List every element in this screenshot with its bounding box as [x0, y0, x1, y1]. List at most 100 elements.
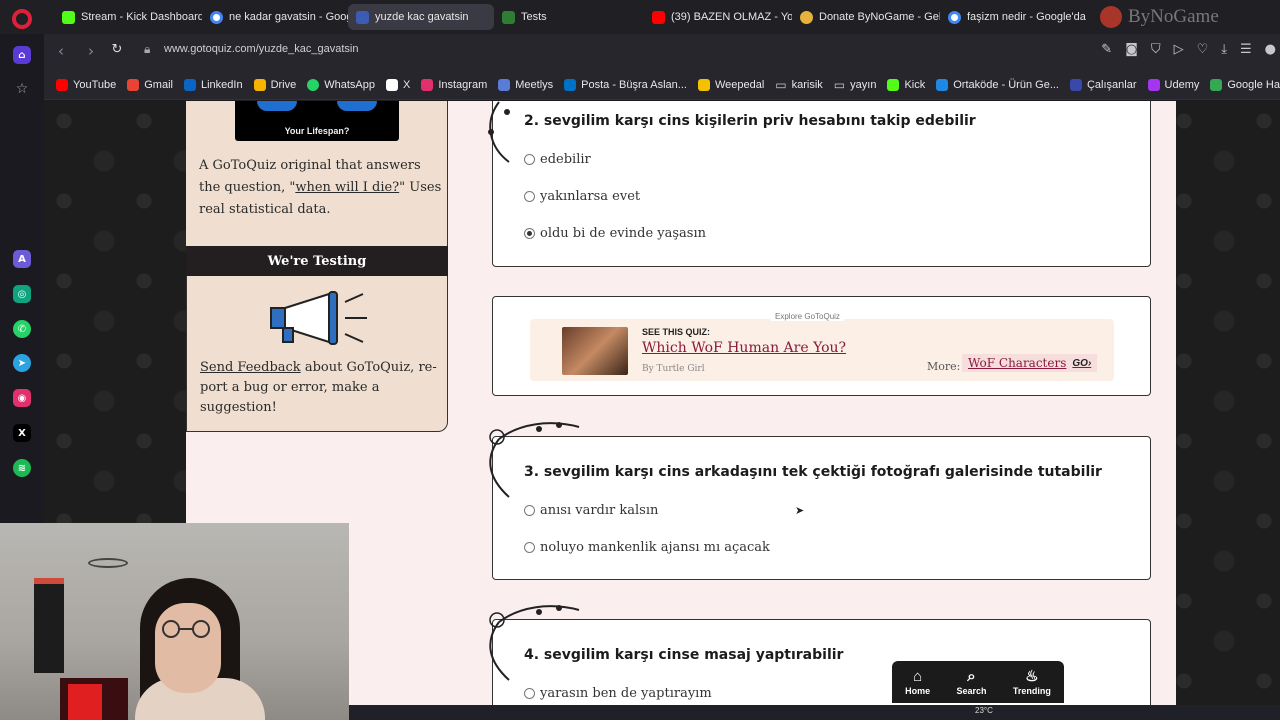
option-label: oldu bi de evinde yaşasın — [540, 226, 707, 241]
tab-google-search-1[interactable]: ne kadar gavatsin - Googl — [202, 4, 348, 30]
bookmark-meetlys[interactable]: Meetlys — [498, 78, 554, 91]
bookmark-label: Ortaköde - Ürün Ge... — [953, 78, 1059, 91]
reload-icon[interactable]: ↻ — [102, 42, 132, 57]
bookmark-folder-yayin[interactable]: ▭ yayın — [834, 78, 877, 92]
bookmark-label: Kick — [904, 78, 926, 91]
bookmark-drive[interactable]: Drive — [253, 78, 296, 91]
tab-bynogame[interactable]: Donate ByNoGame - Gele — [792, 4, 940, 30]
bookmark-youtube[interactable]: YouTube — [56, 78, 117, 91]
telegram-icon[interactable]: ➤ — [13, 354, 31, 372]
bookmark-whatsapp[interactable]: WhatsApp — [307, 78, 375, 91]
whatsapp-icon[interactable]: ✆ — [13, 320, 31, 338]
browser-tab-bar: Stream - Kick Dashboard ne kadar gavatsi… — [0, 0, 1280, 34]
radio-button[interactable] — [524, 191, 535, 202]
bookmark-posta[interactable]: Posta - Büşra Aslan... — [564, 78, 687, 91]
browser-toolbar: ‹ › ↻ 🔒︎ www.gotoquiz.com/yuzde_kac_gava… — [44, 34, 1280, 70]
answer-option[interactable]: yarasın ben de yaptırayım — [524, 686, 712, 701]
shield-icon[interactable]: ⛉ — [1151, 42, 1161, 57]
tab-kick-dashboard[interactable]: Stream - Kick Dashboard — [54, 4, 202, 30]
promo-quiz-link[interactable]: Which WoF Human Are You? — [642, 340, 846, 356]
spotify-icon[interactable]: ≋ — [13, 459, 31, 477]
wall-poster — [34, 578, 64, 673]
bookmark-instagram[interactable]: Instagram — [421, 78, 487, 91]
bookmark-label: Weepedal — [714, 78, 765, 91]
bookmark-ortakode[interactable]: Ortaköde - Ürün Ge... — [936, 78, 1059, 91]
option-label: anısı vardır kalsın — [540, 503, 659, 518]
megaphone-icon — [270, 291, 367, 345]
kick-icon — [62, 10, 75, 24]
bookmark-weepedal[interactable]: Weepedal — [697, 78, 765, 91]
aria-icon[interactable]: A — [13, 250, 31, 268]
answer-option[interactable]: edebilir — [524, 152, 591, 167]
tab-gotoquiz-active[interactable]: yuzde kac gavatsin — [348, 4, 494, 30]
bookmark-google-maps[interactable]: Google Haritalar — [1210, 78, 1280, 91]
radio-button[interactable] — [524, 154, 535, 165]
google-icon — [948, 10, 961, 24]
nav-home-button[interactable]: ⌂ Home — [905, 669, 930, 696]
bookmark-folder-karisik[interactable]: ▭ karisik — [775, 78, 823, 92]
star-icon[interactable]: ☆ — [13, 80, 31, 98]
quiz-thumbnail[interactable] — [562, 327, 628, 375]
answer-option[interactable]: oldu bi de evinde yaşasın — [524, 226, 706, 241]
see-this-quiz-card: SEE THIS QUIZ: Which WoF Human Are You? … — [492, 296, 1151, 396]
bookmark-label: Meetlys — [515, 78, 554, 91]
instagram-icon[interactable]: ◉ — [13, 389, 31, 407]
radio-button-selected[interactable] — [524, 228, 535, 239]
play-icon[interactable]: ▷ — [1174, 42, 1184, 57]
opera-logo-icon[interactable] — [12, 9, 32, 29]
udemy-icon — [1147, 78, 1160, 91]
bookmark-kick[interactable]: Kick — [887, 78, 926, 91]
bookmark-label: YouTube — [73, 78, 117, 91]
bookmark-udemy[interactable]: Udemy — [1147, 78, 1199, 91]
heart-icon[interactable]: ♡ — [1197, 42, 1209, 57]
nav-trending-button[interactable]: ♨ Trending — [1013, 669, 1051, 696]
camera-icon[interactable]: ◙ — [1125, 42, 1138, 57]
calisanlar-icon — [1069, 78, 1082, 91]
nav-search-button[interactable]: ⌕ Search — [956, 669, 986, 696]
watermark-text: ByNoGame — [1128, 6, 1219, 27]
folder-icon: ▭ — [775, 77, 787, 92]
lifespan-caption: Your Lifespan? — [284, 126, 350, 136]
lifespan-quiz-image[interactable]: Your Lifespan? — [235, 101, 399, 141]
answer-option[interactable]: noluyo mankenlik ajansı mı açacak — [524, 540, 770, 555]
answer-option[interactable]: anısı vardır kalsın — [524, 503, 658, 518]
profile-icon[interactable]: ● — [1265, 42, 1276, 57]
radio-button[interactable] — [524, 505, 535, 516]
option-label: noluyo mankenlik ajansı mı açacak — [540, 540, 770, 555]
tests-icon — [502, 10, 515, 24]
when-will-i-die-link[interactable]: when will I die? — [295, 180, 399, 195]
quiz-promo[interactable]: SEE THIS QUIZ: Which WoF Human Are You? … — [530, 319, 1114, 381]
edit-icon[interactable]: ✎ — [1101, 42, 1112, 57]
address-bar[interactable]: www.gotoquiz.com/yuzde_kac_gavatsin — [164, 43, 358, 55]
x-icon[interactable]: X — [13, 424, 31, 442]
mouse-cursor-icon: ➤ — [795, 504, 805, 517]
bookmark-gmail[interactable]: Gmail — [127, 78, 173, 91]
chatgpt-icon[interactable]: ◎ — [13, 285, 31, 303]
bookmark-linkedin[interactable]: LinkedIn — [183, 78, 243, 91]
tab-tests[interactable]: Tests — [494, 4, 644, 30]
tab-title: faşizm nedir - Google'da A — [967, 11, 1088, 23]
radio-button[interactable] — [524, 542, 535, 553]
bookmark-label: Gmail — [144, 78, 173, 91]
whatsapp-icon — [307, 78, 320, 91]
send-feedback-link[interactable]: Send Feedback — [200, 360, 301, 375]
tab-youtube[interactable]: (39) BAZEN OLMAZ - You — [644, 4, 792, 30]
tab-title: Donate ByNoGame - Gele — [819, 11, 940, 23]
bookmark-label: LinkedIn — [200, 78, 243, 91]
bookmark-x[interactable]: X — [385, 78, 410, 91]
more-tag-link[interactable]: WoF Characters GO› — [962, 354, 1098, 372]
bynogame-watermark: ByNoGame — [1100, 4, 1260, 30]
tab-google-search-2[interactable]: faşizm nedir - Google'da A — [940, 4, 1088, 30]
back-icon[interactable]: ‹ — [46, 42, 76, 60]
home-icon[interactable]: ⌂ — [13, 46, 31, 64]
bookmark-calisanlar[interactable]: Çalışanlar — [1069, 78, 1137, 91]
meetlys-icon — [498, 78, 511, 91]
bookmark-label: Google Haritalar — [1227, 78, 1280, 91]
menu-icon[interactable]: ☰ — [1240, 42, 1252, 57]
radio-button[interactable] — [524, 688, 535, 699]
maps-icon — [1210, 78, 1223, 91]
answer-option[interactable]: yakınlarsa evet — [524, 189, 640, 204]
download-icon[interactable]: ⤓ — [1221, 42, 1227, 57]
bookmarks-bar: YouTube Gmail LinkedIn Drive WhatsApp X … — [44, 70, 1280, 100]
floating-nav: ⌂ Home ⌕ Search ♨ Trending — [892, 661, 1064, 703]
